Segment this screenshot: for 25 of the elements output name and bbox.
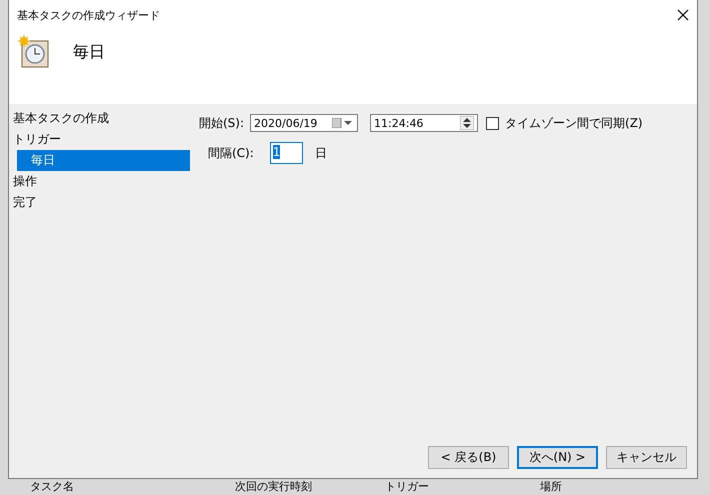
checkbox[interactable]: [486, 116, 500, 130]
nav-item[interactable]: 基本タスクの作成: [13, 108, 190, 129]
time-field[interactable]: 11:24:46: [370, 114, 478, 132]
dialog-button[interactable]: < 戻る(B): [428, 446, 509, 469]
page-heading: 毎日: [73, 42, 105, 62]
nav-item[interactable]: トリガー: [13, 129, 190, 150]
date-picker[interactable]: 2020/06/19: [250, 114, 358, 132]
interval-label: 間隔(C):: [208, 144, 254, 162]
window-title: 基本タスクの作成ウィザード: [17, 8, 160, 22]
nav-item[interactable]: 毎日: [17, 150, 190, 171]
nav-item[interactable]: 完了: [13, 192, 190, 213]
interval-field[interactable]: 1: [270, 142, 303, 164]
column-header: 次回の実行時刻: [235, 480, 313, 493]
dialog-button[interactable]: 次へ(N) >: [517, 446, 598, 469]
start-label: 開始(S):: [199, 114, 244, 132]
clock-icon: [17, 35, 51, 69]
column-header: トリガー: [385, 480, 430, 493]
column-header: 場所: [540, 480, 562, 493]
dialog-button[interactable]: キャンセル: [606, 446, 687, 469]
checkbox-label: タイムゾーン間で同期(Z): [505, 114, 643, 132]
calendar-dropdown-icon[interactable]: [332, 118, 354, 128]
spinner-icon[interactable]: [460, 116, 474, 130]
nav-item[interactable]: 操作: [13, 171, 190, 192]
unit-label: 日: [314, 144, 327, 162]
column-header: タスク名: [30, 480, 75, 493]
